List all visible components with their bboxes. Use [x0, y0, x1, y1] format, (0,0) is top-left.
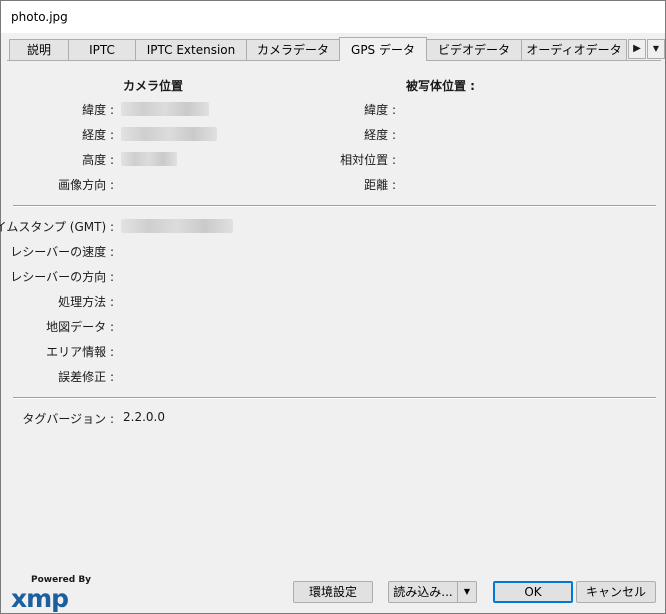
title-bar: photo.jpg	[1, 1, 665, 33]
subject-distance-label: 距離 :	[364, 178, 396, 192]
section-divider	[13, 397, 656, 399]
section-divider	[13, 205, 656, 207]
window-title: photo.jpg	[11, 10, 68, 24]
tab-gps-data[interactable]: GPS データ	[339, 37, 427, 61]
tab-iptc[interactable]: IPTC	[68, 39, 136, 60]
file-info-dialog: photo.jpg 説明 IPTC IPTC Extension カメラデータ …	[0, 0, 666, 614]
map-datum-label: 地図データ :	[46, 320, 114, 334]
subject-latitude-label: 緯度 :	[364, 103, 396, 117]
receiver-speed-label: レシーバーの速度 :	[10, 245, 114, 259]
subject-position-heading: 被写体位置 :	[406, 79, 475, 93]
tab-scroll-right-icon[interactable]: ▶	[628, 39, 646, 59]
xmp-logo-icon: xmp	[11, 584, 69, 613]
camera-position-heading: カメラ位置	[123, 79, 184, 93]
tab-description[interactable]: 説明	[9, 39, 69, 60]
subject-relative-label: 相対位置 :	[340, 153, 396, 167]
cancel-button[interactable]: キャンセル	[576, 581, 656, 603]
tag-version-value: 2.2.0.0	[123, 410, 165, 424]
tab-video-data[interactable]: ビデオデータ	[426, 39, 522, 60]
camera-latitude-label: 緯度 :	[82, 103, 114, 117]
camera-direction-label: 画像方向 :	[58, 178, 114, 192]
error-correction-label: 誤差修正 :	[58, 370, 114, 384]
camera-longitude-value[interactable]	[121, 127, 217, 141]
ok-button[interactable]: OK	[493, 581, 573, 603]
camera-latitude-value[interactable]	[121, 102, 209, 116]
processing-method-label: 処理方法 :	[58, 295, 114, 309]
tag-version-label: タグバージョン :	[22, 412, 114, 426]
timestamp-label: タイムスタンプ (GMT) :	[0, 220, 114, 234]
camera-altitude-value[interactable]	[121, 152, 177, 166]
import-button[interactable]: 読み込み...	[388, 581, 458, 603]
area-info-label: エリア情報 :	[46, 345, 114, 359]
timestamp-value[interactable]	[121, 219, 233, 233]
camera-altitude-label: 高度 :	[82, 153, 114, 167]
subject-longitude-label: 経度 :	[364, 128, 396, 142]
camera-longitude-label: 経度 :	[82, 128, 114, 142]
tab-overflow-menu-icon[interactable]: ▼	[647, 39, 665, 59]
receiver-direction-label: レシーバーの方向 :	[10, 270, 114, 284]
tab-camera-data[interactable]: カメラデータ	[246, 39, 340, 60]
tab-audio-data[interactable]: オーディオデータ	[521, 39, 627, 60]
tab-iptc-extension[interactable]: IPTC Extension	[135, 39, 247, 60]
import-dropdown-icon[interactable]: ▼	[457, 581, 477, 603]
tab-strip: 説明 IPTC IPTC Extension カメラデータ GPS データ ビデ…	[7, 37, 665, 61]
preferences-button[interactable]: 環境設定	[293, 581, 373, 603]
